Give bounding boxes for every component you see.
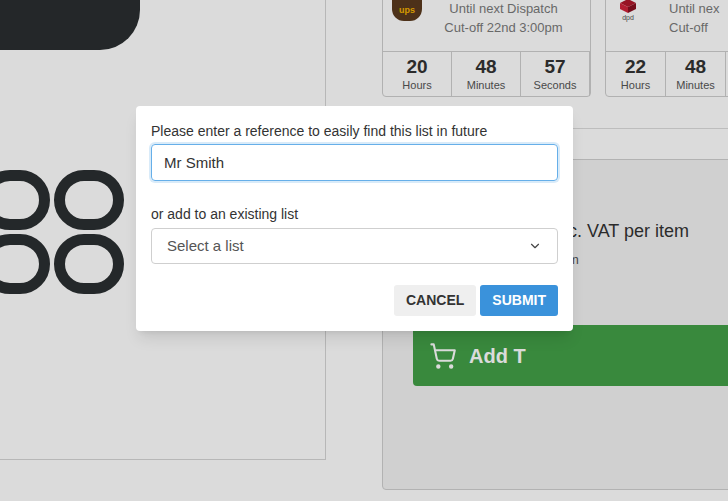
submit-button[interactable]: SUBMIT	[480, 285, 558, 316]
chevron-down-icon	[528, 239, 542, 253]
save-list-dialog: Please enter a reference to easily find …	[136, 106, 573, 331]
list-select[interactable]: Select a list	[151, 228, 558, 264]
reference-input[interactable]	[151, 144, 558, 181]
page: upsUntil next DispatchCut-off 22nd 3:00p…	[0, 0, 728, 501]
cancel-button[interactable]: CANCEL	[394, 285, 476, 316]
reference-label: Please enter a reference to easily find …	[151, 122, 558, 140]
existing-list-label: or add to an existing list	[151, 205, 558, 223]
